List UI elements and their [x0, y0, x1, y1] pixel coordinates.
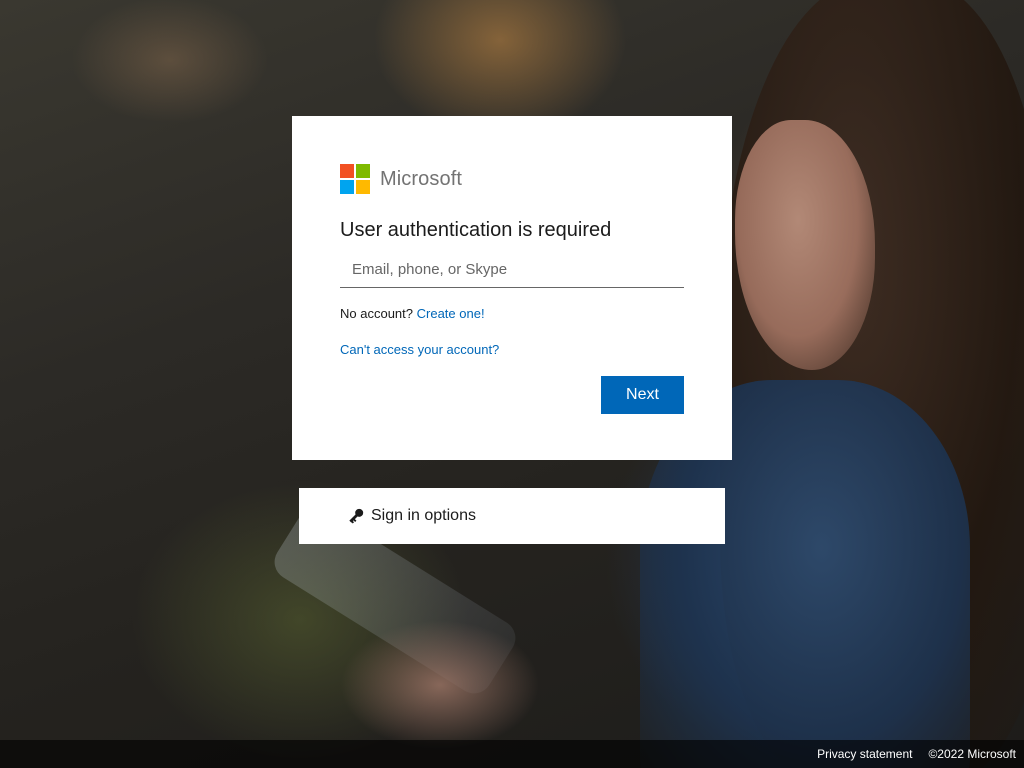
background-hand — [340, 620, 540, 750]
privacy-statement-link[interactable]: Privacy statement — [817, 747, 912, 761]
no-account-text: No account? — [340, 306, 413, 321]
sign-in-options-button[interactable]: Sign in options — [299, 488, 725, 544]
logo-square-red — [340, 164, 354, 178]
logo-row: Microsoft — [340, 164, 684, 194]
cant-access-row: Can't access your account? — [340, 342, 684, 358]
next-button[interactable]: Next — [601, 376, 684, 414]
footer: Privacy statement ©2022 Microsoft — [0, 740, 1024, 768]
create-account-link[interactable]: Create one! — [417, 306, 485, 321]
brand-name: Microsoft — [380, 167, 463, 190]
email-field[interactable] — [340, 252, 684, 288]
key-icon — [349, 508, 364, 524]
logo-square-blue — [340, 180, 354, 194]
logo-square-yellow — [356, 180, 370, 194]
signin-card: Microsoft User authentication is require… — [292, 116, 732, 460]
next-row: Next — [340, 376, 684, 414]
copyright-text: ©2022 Microsoft — [928, 747, 1016, 761]
logo-square-green — [356, 164, 370, 178]
sign-in-options-label: Sign in options — [371, 507, 476, 524]
microsoft-logo-icon — [340, 164, 370, 194]
page-title: User authentication is required — [340, 219, 612, 241]
cant-access-link[interactable]: Can't access your account? — [340, 342, 499, 357]
no-account-row: No account? Create one! — [340, 306, 684, 322]
